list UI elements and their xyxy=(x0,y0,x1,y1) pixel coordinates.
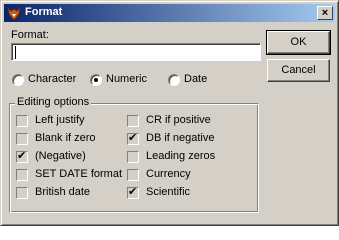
check-label: Currency xyxy=(146,168,191,180)
checkbox[interactable] xyxy=(16,150,28,163)
foxpro-fox-icon xyxy=(7,6,21,20)
radio-label: Numeric xyxy=(106,73,147,85)
radio-button[interactable] xyxy=(168,74,180,86)
checkbox[interactable] xyxy=(127,186,139,199)
close-button[interactable]: × xyxy=(317,6,333,20)
check-label: British date xyxy=(35,186,91,198)
check-label: DB if negative xyxy=(146,132,215,144)
text-caret xyxy=(15,46,16,59)
title-bar[interactable]: Format × xyxy=(4,4,335,22)
checkbox[interactable] xyxy=(127,169,139,181)
checkbox[interactable] xyxy=(16,169,28,181)
checkbox[interactable] xyxy=(16,133,28,145)
checkbox[interactable] xyxy=(127,115,139,127)
radio-date[interactable]: Date xyxy=(168,73,228,87)
radio-character[interactable]: Character xyxy=(12,73,92,87)
radio-button[interactable] xyxy=(12,74,24,86)
checkbox[interactable] xyxy=(16,187,28,199)
window-title: Format xyxy=(25,6,63,18)
format-input[interactable] xyxy=(11,43,261,61)
check-label: SET DATE format xyxy=(35,168,123,180)
radio-label: Date xyxy=(184,73,208,85)
radio-label: Character xyxy=(28,73,77,85)
checkbox[interactable] xyxy=(127,151,139,163)
format-dialog: Format × Format: OK Cancel Character Num… xyxy=(0,0,339,226)
close-icon: × xyxy=(321,7,329,19)
checkbox[interactable] xyxy=(16,115,28,127)
check-label: Blank if zero xyxy=(35,132,96,144)
editing-options-title: Editing options xyxy=(15,96,92,108)
check-label: (Negative) xyxy=(35,150,86,162)
check-label: CR if positive xyxy=(146,114,211,126)
check-label: Left justify xyxy=(35,114,85,126)
checkbox[interactable] xyxy=(127,132,139,145)
ok-button[interactable]: OK xyxy=(266,30,331,55)
check-label: Leading zeros xyxy=(146,150,216,162)
radio-numeric[interactable]: Numeric xyxy=(90,73,170,87)
format-label: Format: xyxy=(11,29,49,41)
cancel-button[interactable]: Cancel xyxy=(267,59,330,82)
radio-button[interactable] xyxy=(90,74,102,86)
check-label: Scientific xyxy=(146,186,191,198)
